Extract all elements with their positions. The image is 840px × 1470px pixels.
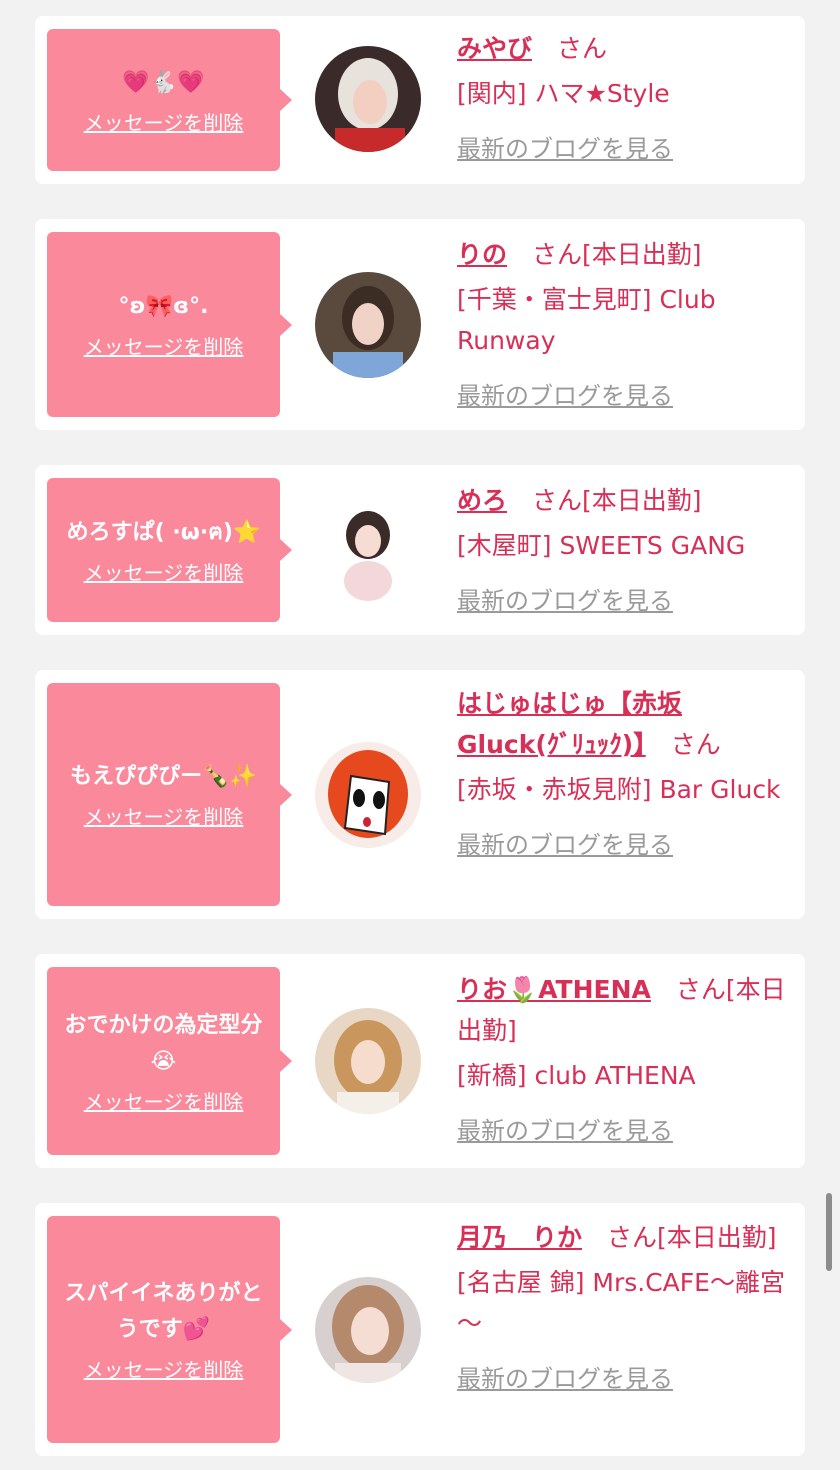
card-rika: スパイイネありがとうです💕 メッセージを削除 月乃 りか さん[本日出勤] [名…: [35, 1203, 805, 1456]
profile-info: りお🌷ATHENA さん[本日出勤] [新橋] club ATHENA 最新のブ…: [457, 969, 792, 1152]
delete-message-link[interactable]: メッセージを削除: [84, 801, 244, 830]
user-location: [千葉・富士見町] Club Runway: [457, 285, 716, 355]
latest-blog-link[interactable]: 最新のブログを見る: [457, 1359, 673, 1400]
card-miyabi: 💗🐇💗 メッセージを削除 みやび さん [関内] ハマ★Style 最新のブログ…: [35, 16, 805, 184]
latest-blog-link[interactable]: 最新のブログを見る: [457, 825, 673, 866]
user-name-link[interactable]: りの: [457, 240, 507, 269]
avatar[interactable]: [315, 1277, 421, 1383]
card-mero: めろすぱ( ·ω·ฅ)⭐ メッセージを削除 めろ さん[本日出勤] [木屋町] …: [35, 465, 805, 635]
profile-info: 月乃 りか さん[本日出勤] [名古屋 錦] Mrs.CAFE～離宮～ 最新のブ…: [457, 1217, 792, 1400]
user-status: さん: [645, 730, 721, 759]
profile-info: めろ さん[本日出勤] [木屋町] SWEETS GANG 最新のブログを見る: [457, 480, 792, 622]
delete-message-link[interactable]: メッセージを削除: [84, 1086, 244, 1115]
latest-blog-link[interactable]: 最新のブログを見る: [457, 376, 673, 417]
user-name-link[interactable]: 月乃 りか: [457, 1223, 582, 1252]
message-bubble: めろすぱ( ·ω·ฅ)⭐ メッセージを削除: [47, 478, 292, 622]
avatar[interactable]: [315, 742, 421, 848]
message-bubble: 💗🐇💗 メッセージを削除: [47, 29, 292, 171]
user-name-link[interactable]: みやび: [457, 34, 532, 63]
message-text: 💗🐇💗: [122, 69, 205, 95]
delete-message-link[interactable]: メッセージを削除: [84, 331, 244, 360]
profile-info: はじゅはじゅ【赤坂Gluck(ｸﾞﾘｭｯｸ)】 さん [赤坂・赤坂見附] Bar…: [457, 683, 792, 866]
message-bubble: スパイイネありがとうです💕 メッセージを削除: [47, 1216, 292, 1443]
delete-message-link[interactable]: メッセージを削除: [84, 107, 244, 136]
profile-info: りの さん[本日出勤] [千葉・富士見町] Club Runway 最新のブログ…: [457, 234, 792, 417]
user-status: さん: [532, 34, 608, 63]
message-bubble: もえぴぴぴー🍾✨ メッセージを削除: [47, 683, 292, 906]
user-status: さん[本日出勤]: [507, 486, 702, 515]
latest-blog-link[interactable]: 最新のブログを見る: [457, 581, 673, 622]
user-location: [名古屋 錦] Mrs.CAFE～離宮～: [457, 1268, 785, 1338]
scrollbar[interactable]: [826, 1193, 832, 1271]
profile-info: みやび さん [関内] ハマ★Style 最新のブログを見る: [457, 28, 792, 170]
user-status: さん[本日出勤]: [582, 1223, 777, 1252]
card-rio: おでかけの為定型分😭 メッセージを削除 りお🌷ATHENA さん[本日出勤] […: [35, 954, 805, 1168]
user-location: [関内] ハマ★Style: [457, 79, 670, 108]
latest-blog-link[interactable]: 最新のブログを見る: [457, 129, 673, 170]
user-status: さん[本日出勤]: [507, 240, 702, 269]
avatar[interactable]: [315, 1008, 421, 1114]
card-rino: °ʚ🎀ɞ°. メッセージを削除 りの さん[本日出勤] [千葉・富士見町] Cl…: [35, 219, 805, 430]
message-text: スパイイネありがとうです💕: [64, 1281, 263, 1342]
user-name-link[interactable]: りお🌷ATHENA: [457, 975, 651, 1004]
message-text: °ʚ🎀ɞ°.: [118, 294, 209, 319]
user-name-link[interactable]: めろ: [457, 486, 507, 515]
latest-blog-link[interactable]: 最新のブログを見る: [457, 1111, 673, 1152]
user-location: [木屋町] SWEETS GANG: [457, 531, 746, 560]
message-bubble: おでかけの為定型分😭 メッセージを削除: [47, 967, 292, 1155]
message-text: めろすぱ( ·ω·ฅ)⭐: [66, 519, 261, 545]
card-hajuhaju: もえぴぴぴー🍾✨ メッセージを削除 はじゅはじゅ【赤坂Gluck(ｸﾞﾘｭｯｸ)…: [35, 670, 805, 919]
user-location: [赤坂・赤坂見附] Bar Gluck: [457, 775, 781, 804]
avatar[interactable]: [315, 46, 421, 152]
user-location: [新橋] club ATHENA: [457, 1061, 696, 1090]
message-text: おでかけの為定型分😭: [64, 1012, 263, 1074]
message-bubble: °ʚ🎀ɞ°. メッセージを削除: [47, 232, 292, 417]
avatar[interactable]: [315, 272, 421, 378]
delete-message-link[interactable]: メッセージを削除: [84, 1354, 244, 1383]
message-text: もえぴぴぴー🍾✨: [70, 764, 257, 789]
avatar[interactable]: [315, 497, 421, 603]
delete-message-link[interactable]: メッセージを削除: [84, 557, 244, 586]
